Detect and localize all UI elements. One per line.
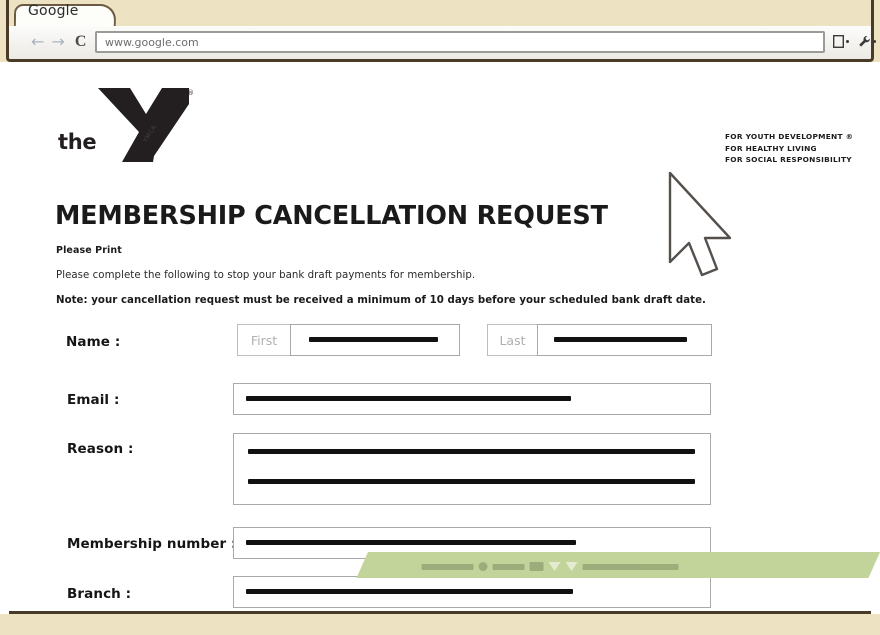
logo-the-text: the	[58, 130, 97, 154]
tagline-line-3: FOR SOCIAL RESPONSIBILITY	[725, 155, 852, 164]
first-name-input[interactable]	[290, 324, 460, 356]
bottom-chrome-band	[0, 614, 880, 635]
watermark-glyphs	[421, 562, 842, 571]
branch-label: Branch :	[67, 586, 132, 602]
watermark-banner	[356, 552, 880, 578]
reason-line2-redaction	[248, 479, 695, 484]
brand-tagline: FOR YOUTH DEVELOPMENT ® FOR HEALTHY LIVI…	[725, 131, 853, 166]
browser-frame-border	[6, 0, 874, 62]
email-value-redaction	[246, 396, 571, 401]
page-content: the ® YMCA FOR YOUTH DEVELOPMENT ® FOR H…	[9, 62, 871, 614]
reason-textarea[interactable]	[233, 433, 711, 505]
first-name-sublabel: First	[237, 324, 291, 356]
last-name-sublabel: Last	[487, 324, 538, 356]
branch-input[interactable]	[233, 576, 711, 608]
first-name-value-redaction	[309, 337, 438, 342]
please-print-note: Please Print	[56, 245, 122, 256]
tagline-line-1: FOR YOUTH DEVELOPMENT ®	[725, 132, 854, 141]
last-name-input[interactable]	[537, 324, 712, 356]
tagline-line-2: FOR HEALTHY LIVING	[725, 143, 817, 153]
last-name-sublabel-text: Last	[499, 332, 526, 348]
browser-chrome: Google ← → C www.google.com	[0, 0, 880, 62]
screenshot-root: Google ← → C www.google.com the ® YMCA F…	[0, 0, 880, 635]
email-input[interactable]	[233, 383, 711, 415]
mouse-cursor-icon	[664, 170, 740, 282]
branch-value-redaction	[246, 589, 573, 594]
name-label: Name :	[66, 334, 121, 350]
first-name-sublabel-text: First	[250, 332, 278, 348]
registered-mark: ®	[187, 89, 194, 97]
page-title: MEMBERSHIP CANCELLATION REQUEST	[55, 201, 608, 231]
reason-line1-redaction	[248, 449, 695, 454]
cancellation-note: Note: your cancellation request must be …	[56, 295, 706, 306]
email-label: Email :	[67, 392, 120, 408]
y-chevron-icon	[96, 84, 191, 171]
last-name-value-redaction	[554, 337, 687, 342]
ymca-logo: the ® YMCA	[54, 84, 234, 169]
membership-number-label: Membership number :	[67, 536, 237, 552]
membership-number-value-redaction	[246, 540, 576, 545]
instruction-text: Please complete the following to stop yo…	[56, 270, 476, 281]
reason-label: Reason :	[67, 441, 134, 457]
